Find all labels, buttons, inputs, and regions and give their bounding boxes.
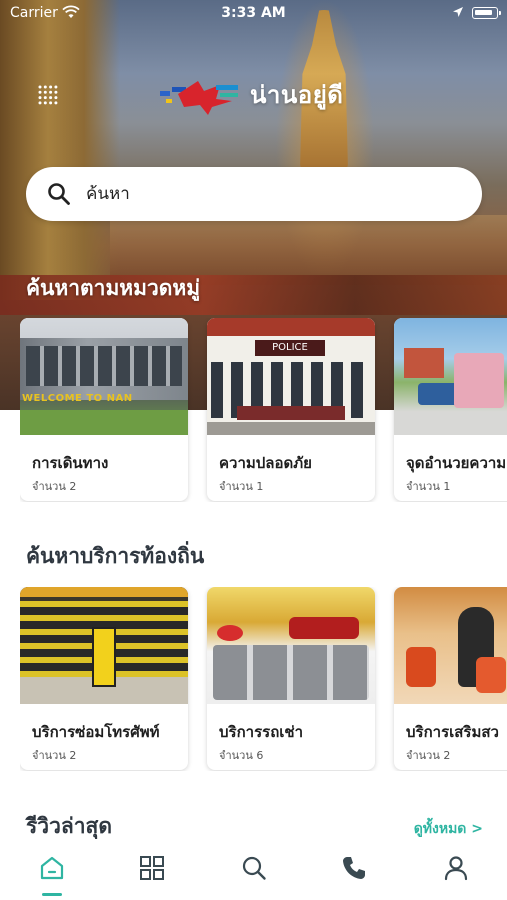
tab-categories[interactable]	[132, 848, 172, 888]
home-icon	[40, 856, 64, 880]
travel-image: WELCOME TO NAN	[20, 318, 188, 435]
category-card-safety[interactable]: POLICE ความปลอดภัย จำนวน 1	[207, 318, 375, 501]
category-section-title: ค้นหาตามหมวดหมู่	[26, 276, 201, 300]
tab-home[interactable]	[32, 848, 72, 888]
search-icon	[242, 856, 266, 880]
service-card-beauty[interactable]: บริการเสริมสว จำนวน 2	[394, 587, 507, 770]
salon-image	[394, 587, 507, 704]
grid-icon	[140, 856, 164, 880]
service-card-count: จำนวน 2	[32, 749, 77, 762]
category-card-count: จำนวน 1	[219, 480, 264, 493]
category-card-count: จำนวน 1	[406, 480, 451, 493]
category-carousel[interactable]: WELCOME TO NAN การเดินทาง จำนวน 2 POLICE…	[20, 318, 507, 502]
service-card-title: บริการเสริมสว	[406, 723, 499, 741]
service-card-count: จำนวน 2	[406, 749, 451, 762]
service-card-title: บริการรถเช่า	[219, 723, 304, 741]
temple-image	[0, 0, 120, 300]
tab-search[interactable]	[234, 848, 274, 888]
category-card-title: การเดินทาง	[32, 454, 109, 472]
tab-call[interactable]	[334, 848, 374, 888]
police-station-image: POLICE	[207, 318, 375, 435]
service-card-phone-repair[interactable]: บริการซ่อมโทรศัพท์ จำนวน 2	[20, 587, 188, 770]
phone-icon	[343, 857, 365, 879]
local-services-section-title: ค้นหาบริการท้องถิ่น	[26, 544, 205, 568]
category-card-title: จุดอำนวยความ	[406, 454, 507, 472]
car-rental-image	[207, 587, 375, 704]
category-card-count: จำนวน 2	[32, 480, 77, 493]
dots-grid-icon[interactable]	[36, 83, 60, 107]
app-logo	[160, 81, 238, 115]
police-sign: POLICE	[255, 340, 325, 356]
category-card-title: ความปลอดภัย	[219, 454, 312, 472]
phone-shop-image	[20, 587, 188, 704]
location-arrow-icon	[453, 7, 463, 17]
reviews-section-title: รีวิวล่าสุด	[26, 814, 112, 838]
battery-icon	[472, 7, 501, 19]
tab-profile[interactable]	[436, 848, 476, 888]
app-name: น่านอยู่ดี	[250, 80, 344, 109]
service-card-car-rental[interactable]: บริการรถเช่า จำนวน 6	[207, 587, 375, 770]
category-card-travel[interactable]: WELCOME TO NAN การเดินทาง จำนวน 2	[20, 318, 188, 501]
service-point-image	[394, 318, 507, 435]
profile-icon	[444, 856, 468, 881]
tab-bar	[0, 840, 507, 900]
welcome-sign: WELCOME TO NAN	[22, 393, 133, 404]
brand: น่านอยู่ดี	[158, 70, 343, 118]
clock: 3:33 AM	[221, 5, 286, 21]
service-card-title: บริการซ่อมโทรศัพท์	[32, 723, 160, 741]
active-tab-indicator	[42, 893, 62, 896]
local-services-carousel[interactable]: บริการซ่อมโทรศัพท์ จำนวน 2 บริการรถเช่า …	[20, 587, 507, 771]
search-bar[interactable]	[26, 167, 482, 221]
service-card-count: จำนวน 6	[219, 749, 264, 762]
search-input[interactable]	[86, 184, 446, 204]
category-card-service-point[interactable]: จุดอำนวยความ จำนวน 1	[394, 318, 507, 501]
status-bar: Carrier 3:33 AM	[0, 0, 507, 28]
see-all-link[interactable]: ดูทั้งหมด >	[414, 818, 483, 840]
search-icon	[48, 183, 70, 205]
